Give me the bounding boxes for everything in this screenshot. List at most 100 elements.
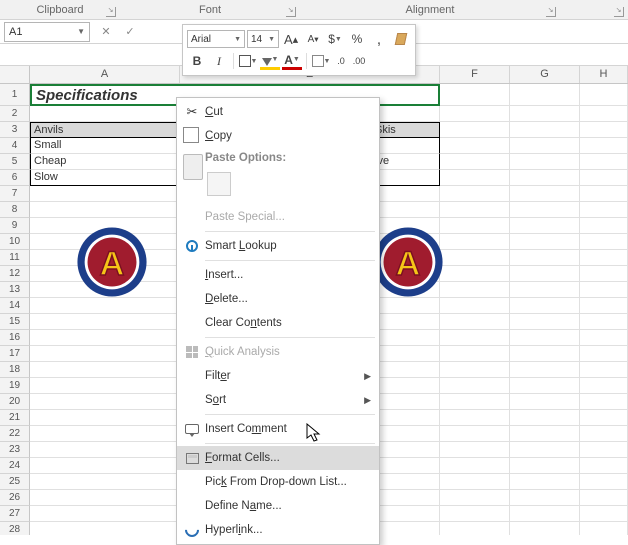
grid-cell[interactable] bbox=[440, 330, 510, 346]
menu-define-name[interactable]: Define Name... bbox=[177, 494, 379, 518]
row-header[interactable]: 17 bbox=[0, 346, 30, 362]
row-header[interactable]: 25 bbox=[0, 474, 30, 490]
grid-cell[interactable] bbox=[30, 186, 180, 202]
column-header-G[interactable]: G bbox=[510, 66, 580, 83]
grid-cell[interactable] bbox=[510, 346, 580, 362]
grid-cell[interactable] bbox=[580, 186, 628, 202]
grid-cell[interactable] bbox=[580, 122, 628, 138]
dialog-launcher-icon[interactable]: ↘ bbox=[286, 7, 296, 17]
grid-cell[interactable] bbox=[580, 410, 628, 426]
grid-cell[interactable] bbox=[510, 362, 580, 378]
grid-cell[interactable] bbox=[440, 250, 510, 266]
grid-cell[interactable] bbox=[580, 442, 628, 458]
font-color-button[interactable]: A▼ bbox=[282, 52, 302, 70]
grid-cell[interactable] bbox=[510, 378, 580, 394]
column-header-F[interactable]: F bbox=[440, 66, 510, 83]
font-name-combo[interactable]: Arial ▼ bbox=[187, 30, 245, 48]
accounting-format-button[interactable]: $▼ bbox=[325, 30, 345, 48]
grid-cell[interactable] bbox=[510, 282, 580, 298]
grid-cell[interactable] bbox=[440, 346, 510, 362]
grid-cell[interactable] bbox=[440, 218, 510, 234]
grid-cell[interactable] bbox=[510, 426, 580, 442]
grid-cell[interactable] bbox=[580, 362, 628, 378]
grid-cell[interactable] bbox=[440, 410, 510, 426]
grid-cell[interactable] bbox=[580, 490, 628, 506]
grid-cell[interactable] bbox=[30, 106, 180, 122]
name-box[interactable]: A1 ▼ bbox=[4, 22, 90, 42]
grid-cell[interactable] bbox=[30, 346, 180, 362]
grid-cell[interactable] bbox=[440, 138, 510, 154]
grid-cell[interactable] bbox=[510, 458, 580, 474]
grid-cell[interactable] bbox=[510, 170, 580, 186]
enter-formula-icon[interactable]: ✓ bbox=[122, 24, 138, 40]
grid-cell[interactable] bbox=[510, 186, 580, 202]
grid-cell[interactable] bbox=[440, 314, 510, 330]
row-header[interactable]: 6 bbox=[0, 170, 30, 186]
row-header[interactable]: 26 bbox=[0, 490, 30, 506]
comma-format-button[interactable]: , bbox=[369, 30, 389, 48]
cell-A6[interactable]: Slow bbox=[30, 170, 180, 186]
grid-cell[interactable] bbox=[440, 506, 510, 522]
grid-cell[interactable] bbox=[580, 346, 628, 362]
grid-cell[interactable] bbox=[440, 426, 510, 442]
menu-smart-lookup[interactable]: Smart Lookup bbox=[177, 234, 379, 258]
grid-cell[interactable] bbox=[580, 458, 628, 474]
column-header-A[interactable]: A bbox=[30, 66, 180, 83]
grid-cell[interactable] bbox=[440, 106, 510, 122]
menu-hyperlink[interactable]: Hyperlink... bbox=[177, 518, 379, 542]
row-header[interactable]: 16 bbox=[0, 330, 30, 346]
grid-cell[interactable] bbox=[510, 234, 580, 250]
grid-cell[interactable] bbox=[580, 522, 628, 535]
grid-cell[interactable] bbox=[440, 298, 510, 314]
grid-cell[interactable] bbox=[440, 362, 510, 378]
grid-cell[interactable] bbox=[510, 154, 580, 170]
grid-cell[interactable] bbox=[30, 298, 180, 314]
select-all-corner[interactable] bbox=[0, 66, 30, 83]
row-header[interactable]: 4 bbox=[0, 138, 30, 154]
increase-decimal-button[interactable]: .0 bbox=[333, 52, 349, 70]
grid-cell[interactable] bbox=[580, 106, 628, 122]
grid-cell[interactable] bbox=[30, 410, 180, 426]
grid-cell[interactable] bbox=[510, 314, 580, 330]
italic-button[interactable]: I bbox=[209, 52, 229, 70]
grid-cell[interactable] bbox=[440, 186, 510, 202]
grid-cell[interactable] bbox=[580, 330, 628, 346]
row-header[interactable]: 13 bbox=[0, 282, 30, 298]
grid-cell[interactable] bbox=[30, 522, 180, 535]
row-header[interactable]: 22 bbox=[0, 426, 30, 442]
grid-cell[interactable] bbox=[580, 250, 628, 266]
grid-cell[interactable] bbox=[30, 362, 180, 378]
menu-sort[interactable]: Sort ▶ bbox=[177, 388, 379, 412]
menu-clear-contents[interactable]: Clear Contents bbox=[177, 311, 379, 335]
grid-cell[interactable] bbox=[580, 378, 628, 394]
menu-copy[interactable]: Copy bbox=[177, 124, 379, 148]
grid-cell[interactable] bbox=[440, 378, 510, 394]
grid-cell[interactable] bbox=[440, 442, 510, 458]
grid-cell[interactable] bbox=[510, 490, 580, 506]
grid-cell[interactable] bbox=[580, 170, 628, 186]
grid-cell[interactable] bbox=[30, 458, 180, 474]
grid-cell[interactable] bbox=[510, 330, 580, 346]
grid-cell[interactable] bbox=[510, 84, 580, 106]
grid-cell[interactable] bbox=[510, 474, 580, 490]
row-header[interactable]: 21 bbox=[0, 410, 30, 426]
row-header[interactable]: 8 bbox=[0, 202, 30, 218]
grid-cell[interactable] bbox=[580, 266, 628, 282]
grow-font-button[interactable]: A▴ bbox=[281, 30, 301, 48]
row-header[interactable]: 12 bbox=[0, 266, 30, 282]
grid-cell[interactable] bbox=[30, 314, 180, 330]
percent-format-button[interactable]: % bbox=[347, 30, 367, 48]
grid-cell[interactable] bbox=[580, 84, 628, 106]
grid-cell[interactable] bbox=[580, 426, 628, 442]
menu-insert[interactable]: Insert... bbox=[177, 263, 379, 287]
merge-center-button[interactable]: ▼ bbox=[311, 52, 331, 70]
grid-cell[interactable] bbox=[580, 218, 628, 234]
dialog-launcher-icon[interactable]: ↘ bbox=[106, 7, 116, 17]
grid-cell[interactable] bbox=[510, 138, 580, 154]
grid-cell[interactable] bbox=[580, 474, 628, 490]
grid-cell[interactable] bbox=[30, 202, 180, 218]
cell-A5[interactable]: Cheap bbox=[30, 154, 180, 170]
format-painter-button[interactable] bbox=[391, 30, 411, 48]
grid-cell[interactable] bbox=[510, 266, 580, 282]
row-header[interactable]: 1 bbox=[0, 84, 30, 106]
